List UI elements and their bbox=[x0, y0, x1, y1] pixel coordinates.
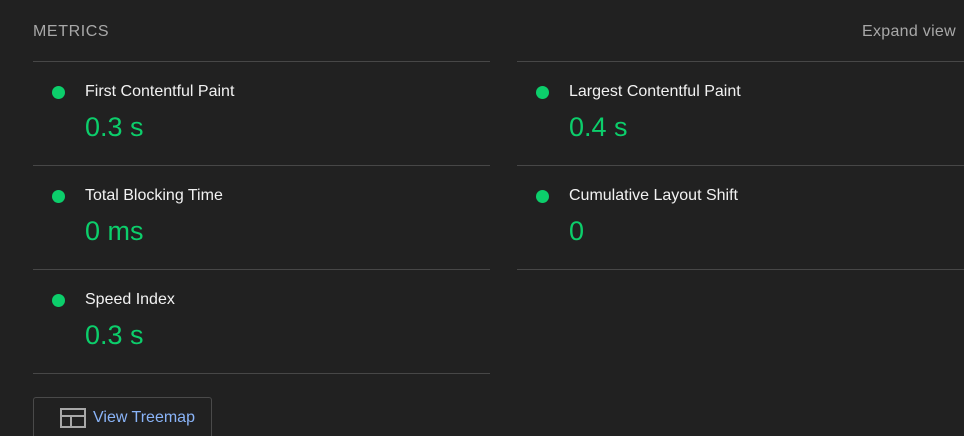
metrics-panel: METRICS Expand view First Contentful Pai… bbox=[0, 0, 964, 436]
metric-title: Largest Contentful Paint bbox=[569, 83, 741, 100]
section-title: METRICS bbox=[33, 23, 110, 40]
pass-status-icon bbox=[536, 86, 549, 99]
metric-cumulative-layout-shift: Cumulative Layout Shift 0 bbox=[517, 166, 964, 270]
metric-value: 0 bbox=[569, 216, 585, 246]
treemap-icon bbox=[60, 408, 86, 428]
metrics-column-right: Largest Contentful Paint 0.4 s Cumulativ… bbox=[517, 61, 964, 270]
pass-status-icon bbox=[52, 294, 65, 307]
metric-value: 0.4 s bbox=[569, 112, 628, 142]
metrics-column-left: First Contentful Paint 0.3 s Total Block… bbox=[33, 61, 490, 374]
metric-title: Total Blocking Time bbox=[85, 187, 223, 204]
view-treemap-label: View Treemap bbox=[93, 409, 195, 426]
metric-value: 0.3 s bbox=[85, 112, 144, 142]
metric-title: Cumulative Layout Shift bbox=[569, 187, 738, 204]
metric-speed-index: Speed Index 0.3 s bbox=[33, 270, 490, 374]
pass-status-icon bbox=[52, 86, 65, 99]
pass-status-icon bbox=[536, 190, 549, 203]
metric-largest-contentful-paint: Largest Contentful Paint 0.4 s bbox=[517, 62, 964, 166]
metric-value: 0.3 s bbox=[85, 320, 144, 350]
view-treemap-button[interactable]: View Treemap bbox=[33, 397, 212, 436]
metric-value: 0 ms bbox=[85, 216, 144, 246]
metric-total-blocking-time: Total Blocking Time 0 ms bbox=[33, 166, 490, 270]
metric-first-contentful-paint: First Contentful Paint 0.3 s bbox=[33, 62, 490, 166]
metric-title: First Contentful Paint bbox=[85, 83, 235, 100]
pass-status-icon bbox=[52, 190, 65, 203]
expand-view-toggle[interactable]: Expand view bbox=[862, 22, 956, 42]
metric-title: Speed Index bbox=[85, 291, 175, 308]
